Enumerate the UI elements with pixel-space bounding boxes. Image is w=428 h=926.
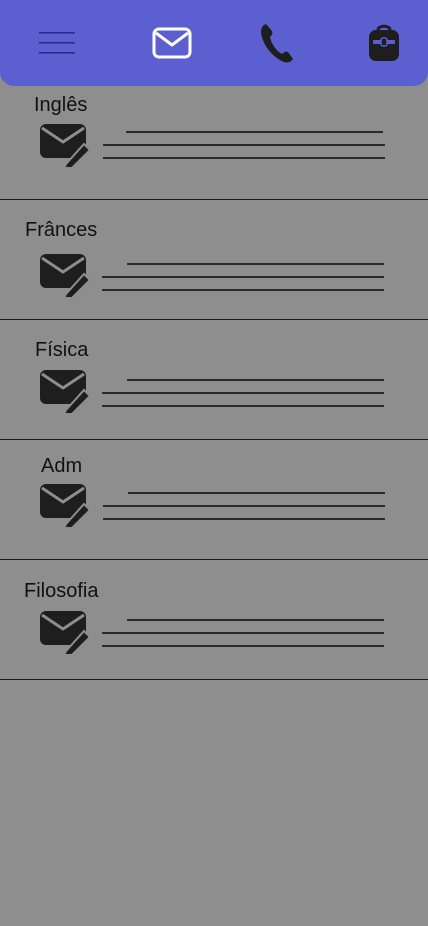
compose-mail-icon <box>40 611 92 655</box>
compose-mail-icon <box>40 254 92 298</box>
subject-item-frances[interactable]: Frânces <box>0 200 428 320</box>
compose-mail-icon <box>40 370 92 414</box>
mail-icon <box>152 27 192 59</box>
subject-item-ingles[interactable]: Inglês <box>0 86 428 200</box>
compose-mail-icon <box>40 484 92 528</box>
phone-icon <box>261 24 293 63</box>
menu-button[interactable] <box>36 0 78 86</box>
phone-button[interactable] <box>258 0 296 86</box>
subject-item-filosofia[interactable]: Filosofia <box>0 560 428 680</box>
compose-mail-icon <box>40 124 92 168</box>
text-placeholder-line <box>127 379 384 381</box>
text-placeholder-line <box>103 518 385 520</box>
text-placeholder-line <box>127 263 384 265</box>
text-placeholder-line <box>126 131 383 133</box>
text-placeholder-line <box>127 619 384 621</box>
text-placeholder-line <box>102 405 384 407</box>
text-placeholder-line <box>102 632 384 634</box>
text-placeholder-line <box>102 392 384 394</box>
text-placeholder-line <box>102 645 384 647</box>
text-placeholder-line <box>102 276 384 278</box>
text-placeholder-line <box>103 505 385 507</box>
top-navigation-bar <box>0 0 428 86</box>
backpack-icon <box>369 24 399 61</box>
subject-list: Inglês Frânces Física Adm Filosofia <box>0 86 428 680</box>
subject-label: Adm <box>41 455 83 477</box>
backpack-button[interactable] <box>364 0 404 86</box>
text-placeholder-line <box>102 289 384 291</box>
subject-label: Frânces <box>25 219 98 241</box>
text-placeholder-line <box>128 492 385 494</box>
subject-item-adm[interactable]: Adm <box>0 440 428 560</box>
subject-label: Inglês <box>34 94 88 116</box>
menu-icon <box>39 32 75 54</box>
subject-item-fisica[interactable]: Física <box>0 320 428 440</box>
mail-button[interactable] <box>150 0 194 86</box>
subject-label: Física <box>35 339 89 361</box>
text-placeholder-line <box>103 144 385 146</box>
text-placeholder-line <box>103 157 385 159</box>
subject-label: Filosofia <box>24 580 99 602</box>
